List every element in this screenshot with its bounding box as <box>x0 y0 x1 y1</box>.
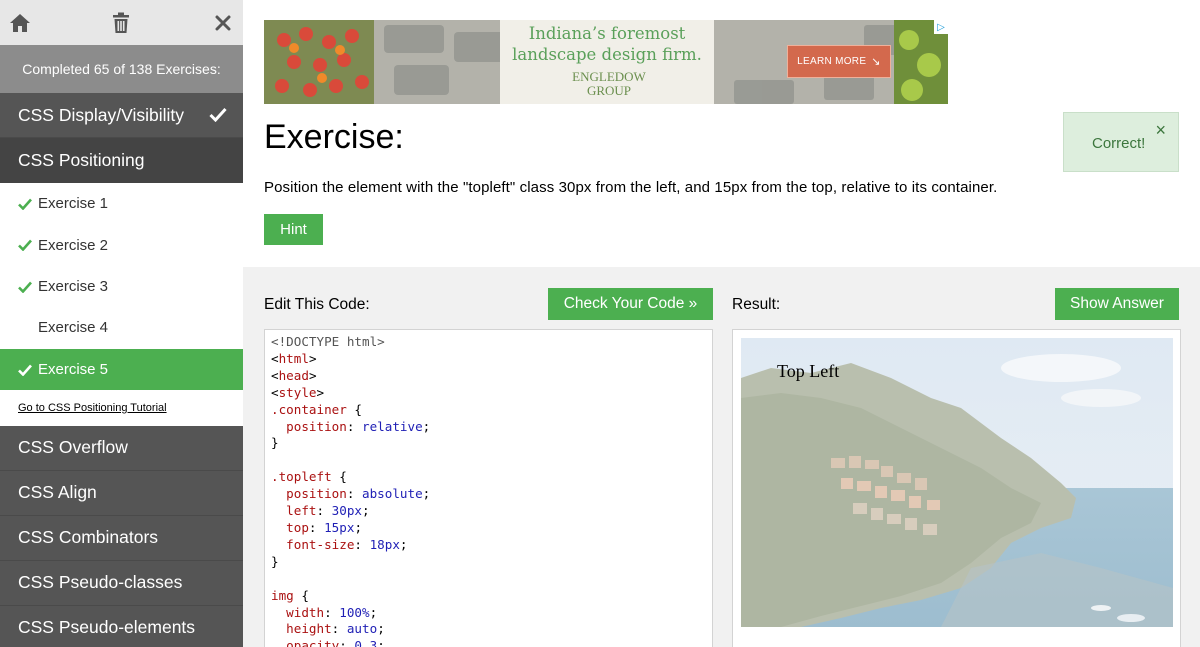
code-editor[interactable]: <!DOCTYPE html> <html> <head> <style> .conta… <box>264 329 713 647</box>
edit-code-label: Edit This Code: <box>264 296 370 313</box>
check-code-button[interactable]: Check Your Code » <box>548 288 713 320</box>
category-label: CSS Positioning <box>18 150 145 170</box>
exercise-item-5[interactable]: Exercise 5 <box>0 348 243 390</box>
code-line: top: 15px; <box>271 519 363 535</box>
sidebar: Completed 65 of 138 Exercises: CSS Displ… <box>0 0 243 647</box>
progress-text: Completed 65 of 138 Exercises: <box>0 45 243 93</box>
main-content: Indiana’s foremost landscape design firm… <box>243 0 1200 647</box>
exercise-label: Exercise 5 <box>38 360 109 378</box>
category-css-display-visibility[interactable]: CSS Display/Visibility <box>0 93 243 138</box>
code-line: left: 30px; <box>271 503 370 519</box>
correct-toast: Correct! × <box>1063 112 1179 172</box>
code-line: <!DOCTYPE html> <box>271 334 385 349</box>
category-label: CSS Pseudo-elements <box>18 617 196 638</box>
exercise-item-1[interactable]: Exercise 1 <box>0 183 243 224</box>
code-line: <html> <box>271 350 317 366</box>
exercise-list: Exercise 1 Exercise 2 Exercise 3 Exercis… <box>0 183 243 426</box>
result-frame: Top Left <box>732 329 1181 647</box>
show-answer-button[interactable]: Show Answer <box>1055 288 1179 320</box>
checkmark-icon <box>209 106 227 127</box>
code-line: opacity: 0.3; <box>271 638 385 647</box>
code-line: } <box>271 435 279 451</box>
adchoices-icon[interactable]: ▷ <box>934 20 948 34</box>
code-line: .topleft { <box>271 469 347 485</box>
tutorial-link[interactable]: Go to CSS Positioning Tutorial <box>0 389 243 426</box>
ad-logo-line: GROUP <box>586 83 632 98</box>
exercise-instruction: Position the element with the "topleft" … <box>264 179 998 196</box>
exercise-item-4[interactable]: Exercise 4 <box>0 307 243 348</box>
exercise-label: Exercise 3 <box>38 277 109 295</box>
category-label: CSS Overflow <box>18 437 128 458</box>
result-label: Result: <box>732 296 781 313</box>
code-line: img { <box>271 587 309 603</box>
exercise-item-2[interactable]: Exercise 2 <box>0 224 243 265</box>
ad-learn-more-button[interactable]: LEARN MORE ↘ <box>787 45 891 78</box>
exercise-label: Exercise 4 <box>38 319 109 337</box>
arrow-icon: ↘ <box>871 56 881 68</box>
checkmark-icon <box>18 363 32 380</box>
ad-headline-line: Indiana’s foremost <box>528 24 686 43</box>
sidebar-toolbar <box>0 0 243 45</box>
category-label: CSS Display/Visibility <box>18 104 184 125</box>
code-line: .container { <box>271 401 362 417</box>
trash-icon[interactable] <box>109 11 133 35</box>
topleft-text: Top Left <box>777 361 840 381</box>
result-image: Top Left <box>741 338 1173 627</box>
ad-headline-line: landscape design firm. <box>512 45 702 64</box>
code-line: } <box>271 553 279 569</box>
category-label: CSS Combinators <box>18 527 159 548</box>
toast-close-icon[interactable]: × <box>1155 121 1166 139</box>
code-line: height: auto; <box>271 621 385 637</box>
code-line: font-size: 18px; <box>271 536 408 552</box>
exercise-label: Exercise 2 <box>38 236 109 254</box>
category-css-overflow[interactable]: CSS Overflow <box>0 425 243 471</box>
checkmark-icon <box>18 197 32 214</box>
checkmark-icon <box>18 280 32 297</box>
code-line: <style> <box>271 384 325 400</box>
code-line: position: relative; <box>271 418 431 434</box>
exercise-label: Exercise 1 <box>38 195 109 213</box>
category-css-align[interactable]: CSS Align <box>0 470 243 516</box>
code-line: <head> <box>271 367 317 383</box>
ad-headline: Indiana’s foremost landscape design firm… <box>504 23 710 65</box>
exercise-item-3[interactable]: Exercise 3 <box>0 266 243 307</box>
code-line: position: absolute; <box>271 486 431 502</box>
home-icon[interactable] <box>8 11 32 35</box>
exercise-title: Exercise: <box>264 118 404 156</box>
ad-logo: ENGLEDOW GROUP <box>564 70 654 98</box>
workspace: Edit This Code: Check Your Code » Result… <box>243 267 1200 647</box>
category-css-combinators[interactable]: CSS Combinators <box>0 515 243 561</box>
code-line: width: 100%; <box>271 604 378 620</box>
category-label: CSS Pseudo-classes <box>18 572 183 593</box>
category-css-positioning[interactable]: CSS Positioning <box>0 138 243 183</box>
checkmark-icon <box>18 238 32 255</box>
ad-logo-line: ENGLEDOW <box>572 69 646 84</box>
ad-banner[interactable]: Indiana’s foremost landscape design firm… <box>264 20 948 104</box>
close-icon[interactable] <box>211 11 235 35</box>
hint-button[interactable]: Hint <box>264 214 323 245</box>
category-css-pseudo-classes[interactable]: CSS Pseudo-classes <box>0 560 243 606</box>
ad-cta-label: LEARN MORE <box>797 56 867 67</box>
category-css-pseudo-elements[interactable]: CSS Pseudo-elements <box>0 605 243 647</box>
toast-text: Correct! <box>1092 135 1146 152</box>
category-label: CSS Align <box>18 482 97 503</box>
